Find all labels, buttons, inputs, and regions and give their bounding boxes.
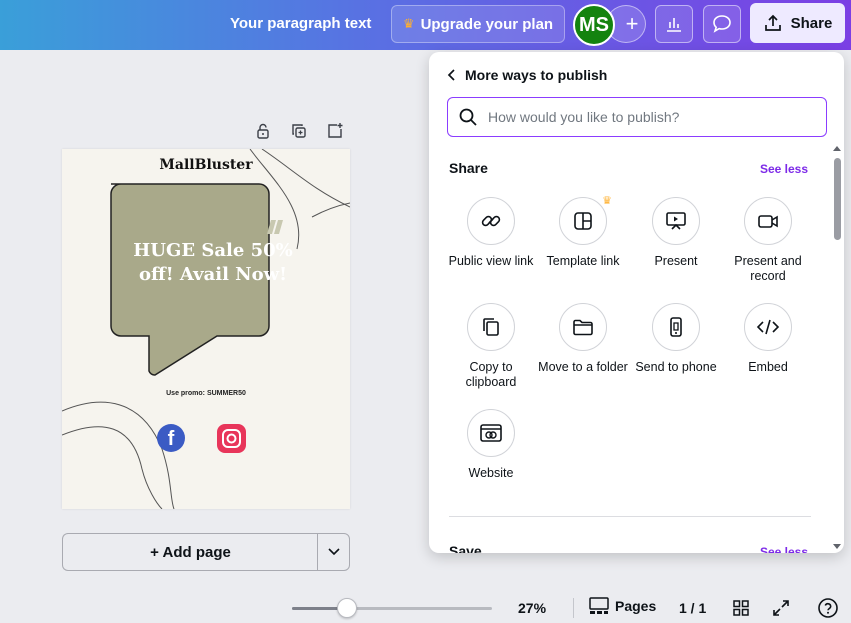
document-title[interactable]: Your paragraph text bbox=[230, 15, 371, 32]
pages-icon bbox=[589, 597, 609, 614]
phone-icon bbox=[652, 303, 700, 351]
comments-button[interactable] bbox=[703, 5, 741, 43]
comment-icon bbox=[713, 15, 731, 33]
brand-logo: MallBluster bbox=[159, 157, 253, 173]
present-icon bbox=[652, 197, 700, 245]
share-button[interactable]: Share bbox=[750, 3, 845, 43]
crown-icon: ♛ bbox=[402, 16, 415, 31]
option-label: Present and record bbox=[734, 254, 802, 283]
option-copy-to-clipboard[interactable]: Copy to clipboard bbox=[443, 303, 539, 390]
divider bbox=[573, 598, 574, 618]
page-count: 1 / 1 bbox=[679, 600, 707, 616]
bar-chart-icon bbox=[667, 18, 681, 32]
option-label: Embed bbox=[748, 360, 788, 374]
option-label: Public view link bbox=[448, 254, 534, 268]
zoom-value[interactable]: 27% bbox=[518, 600, 546, 616]
scrollbar-thumb[interactable] bbox=[834, 158, 841, 240]
help-icon[interactable] bbox=[817, 597, 839, 619]
zoom-slider-thumb[interactable] bbox=[337, 598, 357, 618]
see-less-link[interactable]: See less bbox=[760, 162, 808, 176]
save-section-title: Save bbox=[449, 543, 482, 553]
top-bar: Your paragraph text ♛ Upgrade your plan … bbox=[0, 0, 851, 50]
add-page-options-button[interactable] bbox=[317, 533, 350, 571]
pages-label: Pages bbox=[615, 598, 657, 614]
promo-text: Use promo: SUMMER50 bbox=[166, 390, 246, 397]
option-template-link[interactable]: ♛ Template link bbox=[535, 195, 631, 269]
scroll-up-arrow[interactable] bbox=[833, 146, 841, 151]
website-icon bbox=[467, 409, 515, 457]
share-label: Share bbox=[790, 14, 833, 32]
add-page-button[interactable]: + Add page bbox=[62, 533, 318, 571]
upload-icon bbox=[764, 14, 781, 31]
fullscreen-icon[interactable] bbox=[770, 597, 792, 619]
avatar[interactable]: MS bbox=[573, 4, 615, 46]
sale-headline: HUGE Sale 50% off! Avail Now! bbox=[133, 240, 293, 285]
design-page[interactable]: f MallBluster HUGE Sale 50% off! Avail N… bbox=[62, 149, 350, 509]
share-section-title: Share bbox=[449, 160, 488, 176]
page-toolbar bbox=[252, 120, 346, 142]
publish-search[interactable] bbox=[447, 97, 827, 137]
pages-button[interactable]: Pages bbox=[589, 597, 656, 615]
back-button[interactable]: More ways to publish bbox=[447, 67, 607, 83]
publish-panel: More ways to publish Share See less Publ… bbox=[429, 52, 844, 553]
option-present-and-record[interactable]: Present and record bbox=[720, 197, 816, 284]
option-present[interactable]: Present bbox=[628, 197, 724, 269]
option-website[interactable]: Website bbox=[443, 409, 539, 481]
record-icon bbox=[744, 197, 792, 245]
panel-title: More ways to publish bbox=[465, 67, 608, 83]
option-embed[interactable]: Embed bbox=[720, 303, 816, 375]
option-label: Move to a folder bbox=[538, 360, 628, 374]
embed-icon bbox=[744, 303, 792, 351]
zoom-slider[interactable] bbox=[292, 607, 492, 610]
upgrade-button[interactable]: ♛ Upgrade your plan bbox=[391, 5, 565, 43]
save-see-less-link[interactable]: See less bbox=[760, 545, 808, 553]
template-icon: ♛ bbox=[559, 195, 612, 245]
decorative-lines: f bbox=[62, 149, 350, 509]
chevron-down-icon bbox=[327, 548, 340, 556]
duplicate-page-icon[interactable] bbox=[288, 120, 310, 142]
option-public-view-link[interactable]: Public view link bbox=[443, 197, 539, 269]
section-divider bbox=[449, 516, 811, 517]
option-send-to-phone[interactable]: Send to phone bbox=[628, 303, 724, 375]
plus-icon: + bbox=[625, 11, 639, 36]
unlock-icon[interactable] bbox=[252, 120, 274, 142]
scroll-down-arrow[interactable] bbox=[833, 544, 841, 549]
grid-view-icon[interactable] bbox=[730, 597, 752, 619]
link-icon bbox=[467, 197, 515, 245]
option-label: Website bbox=[468, 466, 514, 480]
folder-icon bbox=[559, 303, 607, 351]
copy-icon bbox=[467, 303, 515, 351]
option-label: Copy to clipboard bbox=[465, 360, 517, 389]
crown-icon: ♛ bbox=[602, 195, 612, 207]
option-label: Present bbox=[654, 254, 698, 268]
option-label: Template link bbox=[546, 254, 620, 268]
upgrade-label: Upgrade your plan bbox=[420, 15, 554, 33]
search-icon bbox=[459, 108, 477, 126]
svg-text:f: f bbox=[168, 428, 175, 450]
option-move-to-folder[interactable]: Move to a folder bbox=[535, 303, 631, 375]
add-page-icon[interactable] bbox=[324, 120, 346, 142]
option-label: Send to phone bbox=[635, 360, 717, 374]
chevron-left-icon bbox=[447, 69, 455, 81]
insights-button[interactable] bbox=[655, 5, 693, 43]
search-input[interactable] bbox=[488, 109, 808, 125]
